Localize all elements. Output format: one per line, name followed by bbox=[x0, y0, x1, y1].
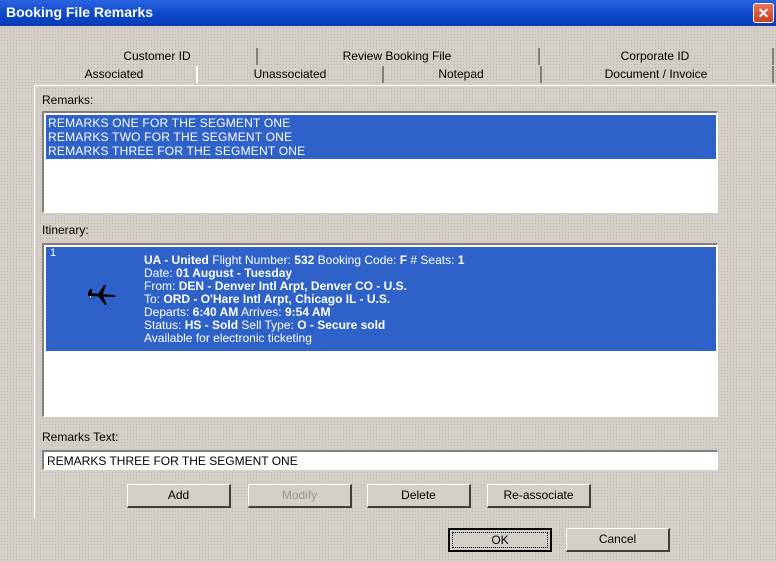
date-value: 01 August - Tuesday bbox=[176, 266, 293, 280]
remarks-label: Remarks: bbox=[42, 93, 94, 107]
tab-label: Corporate ID bbox=[620, 49, 690, 63]
sell-type-value: O - Secure sold bbox=[297, 318, 386, 332]
status-value: HS - Sold bbox=[184, 318, 239, 332]
seats-label: # Seats: bbox=[410, 253, 455, 267]
departs-value: 6:40 AM bbox=[192, 305, 239, 319]
booking-file-remarks-dialog: Booking File Remarks ✕ Customer ID Revie… bbox=[0, 0, 776, 562]
itinerary-line-status: Status: HS - Sold Sell Type: O - Secure … bbox=[144, 318, 385, 332]
tab-review-booking-file[interactable]: Review Booking File bbox=[256, 48, 540, 65]
from-value: DEN - Denver Intl Arpt, Denver CO - U.S. bbox=[178, 279, 407, 293]
itinerary-segment[interactable]: 1 UA - United Flight Number: 532 Booking… bbox=[46, 247, 716, 351]
reassociate-button[interactable]: Re-associate bbox=[487, 484, 591, 508]
itinerary-line-to: To: ORD - O'Hare Intl Arpt, Chicago IL -… bbox=[144, 292, 390, 306]
add-button[interactable]: Add bbox=[127, 484, 231, 508]
itinerary-line-note: Available for electronic ticketing bbox=[144, 331, 312, 345]
window-title: Booking File Remarks bbox=[6, 4, 154, 20]
itinerary-line-from: From: DEN - Denver Intl Arpt, Denver CO … bbox=[144, 279, 407, 293]
tab-notepad[interactable]: Notepad bbox=[382, 66, 542, 83]
date-label: Date: bbox=[144, 266, 173, 280]
tab-document-invoice[interactable]: Document / Invoice bbox=[540, 66, 774, 83]
booking-code: F bbox=[399, 253, 408, 267]
tab-label: Document / Invoice bbox=[604, 67, 708, 81]
tab-associated[interactable]: Associated bbox=[36, 66, 192, 83]
tab-label: Review Booking File bbox=[342, 49, 452, 63]
booking-code-label: Booking Code: bbox=[317, 253, 397, 267]
flight-number-label: Flight Number: bbox=[212, 253, 291, 267]
arrives-value: 9:54 AM bbox=[284, 305, 331, 319]
to-value: ORD - O'Hare Intl Arpt, Chicago IL - U.S… bbox=[163, 292, 391, 306]
title-bar: Booking File Remarks ✕ bbox=[0, 0, 776, 26]
status-label: Status: bbox=[144, 318, 182, 332]
to-label: To: bbox=[144, 292, 161, 306]
ok-button[interactable]: OK bbox=[448, 528, 552, 552]
modify-button[interactable]: Modify bbox=[248, 484, 352, 508]
cancel-button[interactable]: Cancel bbox=[566, 528, 670, 552]
departs-label: Departs: bbox=[144, 305, 190, 319]
remarks-text-input[interactable]: REMARKS THREE FOR THE SEGMENT ONE bbox=[42, 450, 718, 470]
itinerary-line-date: Date: 01 August - Tuesday bbox=[144, 266, 292, 280]
segment-number: 1 bbox=[50, 247, 57, 259]
itinerary-label: Itinerary: bbox=[42, 223, 89, 237]
itinerary-line-times: Departs: 6:40 AM Arrives: 9:54 AM bbox=[144, 305, 331, 319]
itinerary-list[interactable]: 1 UA - United Flight Number: 532 Booking… bbox=[42, 243, 718, 417]
airline: UA - United bbox=[144, 253, 209, 267]
flight-number: 532 bbox=[294, 253, 315, 267]
tab-label: Associated bbox=[84, 67, 144, 81]
tab-label: Notepad bbox=[438, 67, 484, 81]
itinerary-line-flight: UA - United Flight Number: 532 Booking C… bbox=[144, 253, 464, 267]
seats: 1 bbox=[457, 253, 465, 267]
tab-label: Unassociated bbox=[253, 67, 327, 81]
remarks-text-label: Remarks Text: bbox=[42, 430, 119, 444]
remark-item[interactable]: REMARKS TWO FOR THE SEGMENT ONE bbox=[48, 130, 292, 144]
remark-item[interactable]: REMARKS THREE FOR THE SEGMENT ONE bbox=[48, 144, 305, 158]
tab-customer-id[interactable]: Customer ID bbox=[58, 48, 258, 65]
sell-type-label: Sell Type: bbox=[241, 318, 294, 332]
tab-corporate-id[interactable]: Corporate ID bbox=[538, 48, 774, 65]
arrives-label: Arrives: bbox=[240, 305, 282, 319]
close-icon: ✕ bbox=[757, 5, 770, 21]
close-button[interactable]: ✕ bbox=[753, 3, 774, 23]
tab-unassociated[interactable]: Unassociated bbox=[196, 66, 384, 83]
delete-button[interactable]: Delete bbox=[367, 484, 471, 508]
remark-item[interactable]: REMARKS ONE FOR THE SEGMENT ONE bbox=[48, 116, 290, 130]
remarks-list[interactable]: REMARKS ONE FOR THE SEGMENT ONE REMARKS … bbox=[42, 111, 718, 213]
tab-label: Customer ID bbox=[123, 49, 191, 63]
from-label: From: bbox=[144, 279, 176, 293]
airplane-icon bbox=[88, 285, 116, 305]
